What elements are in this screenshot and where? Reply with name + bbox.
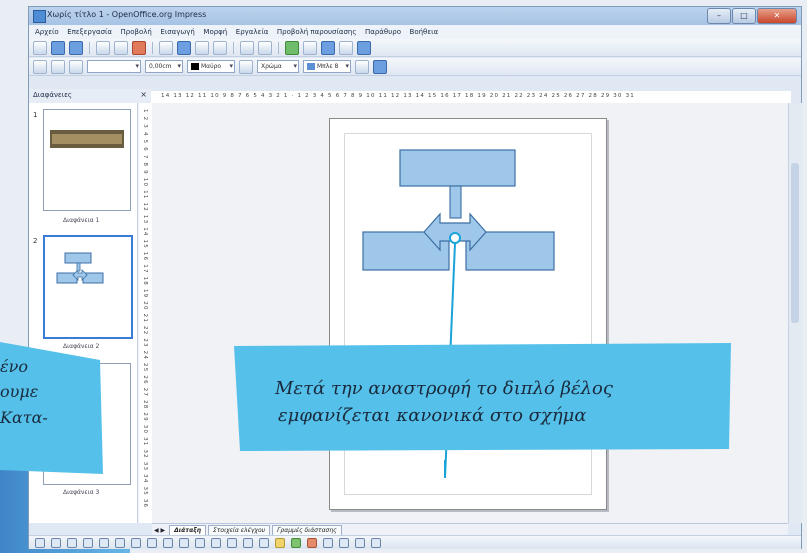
top-rectangle-shape[interactable]: [399, 149, 516, 187]
left-callout-line2: ουμε: [0, 382, 39, 401]
main-callout-line1: Μετά την αναστροφή το διπλό βέλος: [275, 378, 613, 399]
main-callout-line2: εμφανίζεται κανονικά στο σχήμα: [278, 405, 587, 426]
left-callout-line1: ένο: [0, 357, 28, 376]
connector-stem-shape[interactable]: [449, 185, 462, 219]
rotation-handle[interactable]: [449, 232, 461, 244]
annotation-overlay: [0, 149, 731, 479]
left-callout-line3: Κατα-: [0, 408, 48, 427]
